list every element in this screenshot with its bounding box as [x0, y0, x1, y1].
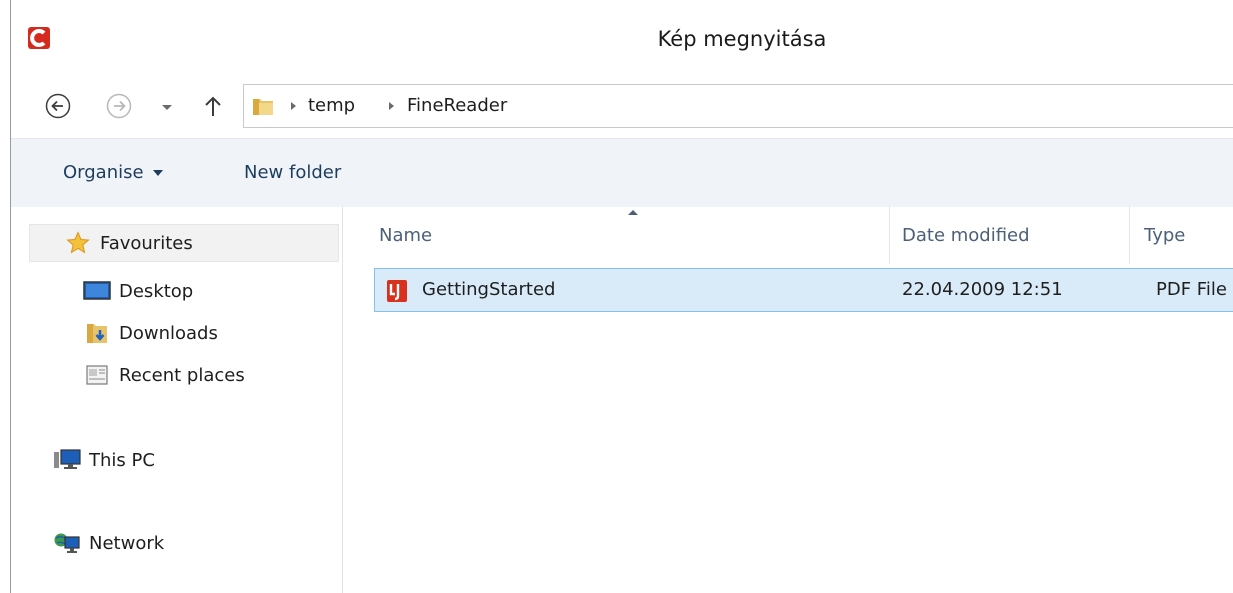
- nav-item-this-pc[interactable]: This PC: [53, 441, 155, 479]
- pdf-file-icon: [387, 280, 407, 302]
- command-bar: Organise New folder: [11, 138, 1233, 207]
- nav-item-network[interactable]: Network: [53, 524, 164, 562]
- column-header-date-modified[interactable]: Date modified: [889, 206, 1129, 264]
- downloads-folder-icon: [83, 321, 111, 345]
- up-button[interactable]: [200, 93, 226, 119]
- nav-item-downloads[interactable]: Downloads: [83, 314, 218, 352]
- breadcrumb-finereader[interactable]: FineReader: [407, 95, 507, 116]
- breadcrumb-separator-icon: [291, 102, 296, 110]
- nav-item-label: This PC: [89, 449, 155, 471]
- address-bar[interactable]: temp FineReader: [243, 84, 1233, 128]
- forward-arrow-icon: [106, 93, 132, 119]
- nav-item-label: Downloads: [119, 322, 218, 344]
- column-header-label: Date modified: [902, 224, 1030, 246]
- column-header-label: Name: [379, 224, 433, 246]
- column-header-name[interactable]: Name: [379, 206, 889, 264]
- computer-icon: [53, 448, 81, 472]
- file-type: PDF File: [1156, 279, 1227, 300]
- nav-item-label: Recent places: [119, 364, 245, 386]
- window-title: Kép megnyitása: [657, 27, 827, 51]
- network-icon: [53, 531, 81, 555]
- new-folder-label: New folder: [244, 162, 342, 183]
- organise-label: Organise: [63, 162, 144, 183]
- file-list: Name Date modified Type GettingStarted 2…: [343, 206, 1233, 593]
- recent-locations-button[interactable]: [157, 95, 177, 121]
- desktop-icon: [83, 279, 111, 303]
- navigation-pane: Favourites Desktop Downloads Recent plac…: [11, 206, 343, 593]
- nav-item-label: Network: [89, 532, 165, 554]
- back-arrow-icon: [45, 93, 71, 119]
- file-date-modified: 22.04.2009 12:51: [902, 279, 1063, 300]
- chevron-down-icon: [162, 105, 172, 110]
- file-row[interactable]: GettingStarted 22.04.2009 12:51 PDF File: [374, 268, 1233, 312]
- organise-button[interactable]: Organise: [63, 162, 164, 183]
- nav-item-favourites[interactable]: Favourites: [29, 224, 339, 262]
- folder-icon: [253, 99, 273, 115]
- nav-item-label: Desktop: [119, 280, 194, 302]
- navigation-bar: temp FineReader: [11, 78, 1233, 138]
- breadcrumb-separator-icon: [389, 102, 394, 110]
- new-folder-button[interactable]: New folder: [244, 162, 341, 183]
- up-arrow-icon: [205, 96, 221, 116]
- back-button[interactable]: [45, 93, 71, 119]
- title-bar: Kép megnyitása: [11, 0, 1233, 72]
- file-name: GettingStarted: [422, 279, 556, 300]
- column-header-type[interactable]: Type: [1129, 206, 1233, 264]
- forward-button[interactable]: [106, 93, 132, 119]
- recent-places-icon: [83, 363, 111, 387]
- column-header-label: Type: [1144, 224, 1186, 246]
- chevron-down-icon: [152, 169, 163, 176]
- nav-item-recent-places[interactable]: Recent places: [83, 356, 245, 394]
- nav-item-desktop[interactable]: Desktop: [83, 272, 193, 310]
- breadcrumb-temp[interactable]: temp: [308, 95, 355, 116]
- open-file-dialog: Kép megnyitása temp FineReader Organise …: [10, 0, 1233, 593]
- nav-item-label: Favourites: [100, 232, 193, 254]
- star-icon: [64, 231, 92, 255]
